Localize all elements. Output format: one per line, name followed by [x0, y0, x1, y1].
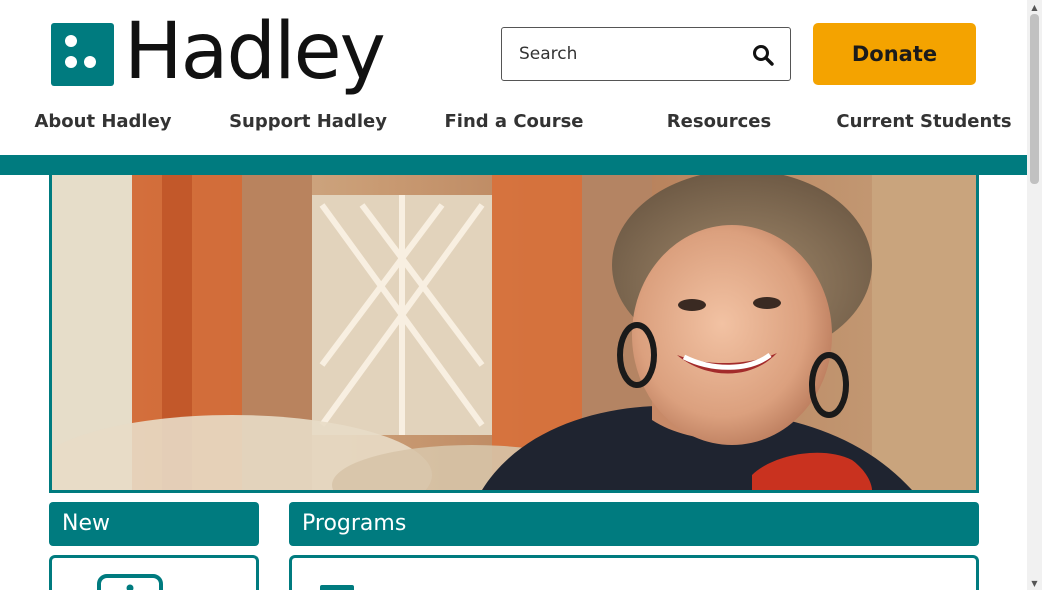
- search-input[interactable]: [502, 28, 737, 80]
- nav-current-students[interactable]: Current Students: [836, 106, 1011, 138]
- program-icon: [320, 585, 354, 590]
- donate-button[interactable]: Donate: [813, 23, 976, 85]
- nav-divider-bar: [0, 155, 1027, 175]
- panel-new-body: [49, 555, 259, 590]
- scroll-thumb[interactable]: [1030, 14, 1039, 184]
- panel-new-heading: New: [49, 502, 259, 546]
- main-nav: About Hadley Support Hadley Find a Cours…: [0, 106, 1027, 140]
- hero-image: [49, 175, 979, 493]
- nav-resources[interactable]: Resources: [667, 106, 771, 138]
- search-box: [501, 27, 791, 81]
- hero-photo-icon: [52, 175, 976, 490]
- logo-mark-icon: [51, 22, 114, 86]
- logo-text: Hadley: [124, 7, 386, 97]
- hadley-logo[interactable]: Hadley: [51, 7, 396, 97]
- scroll-up-icon[interactable]: ▲: [1027, 0, 1042, 14]
- panel-programs-body: [289, 555, 979, 590]
- panel-programs-heading: Programs: [289, 502, 979, 546]
- page-scrollbar[interactable]: ▲ ▼: [1027, 0, 1042, 590]
- scroll-down-icon[interactable]: ▼: [1027, 576, 1042, 590]
- nav-about-hadley[interactable]: About Hadley: [34, 106, 171, 138]
- nav-find-a-course[interactable]: Find a Course: [444, 106, 583, 138]
- nav-support-hadley[interactable]: Support Hadley: [229, 106, 387, 138]
- info-icon: [97, 574, 163, 590]
- search-icon[interactable]: [750, 42, 776, 68]
